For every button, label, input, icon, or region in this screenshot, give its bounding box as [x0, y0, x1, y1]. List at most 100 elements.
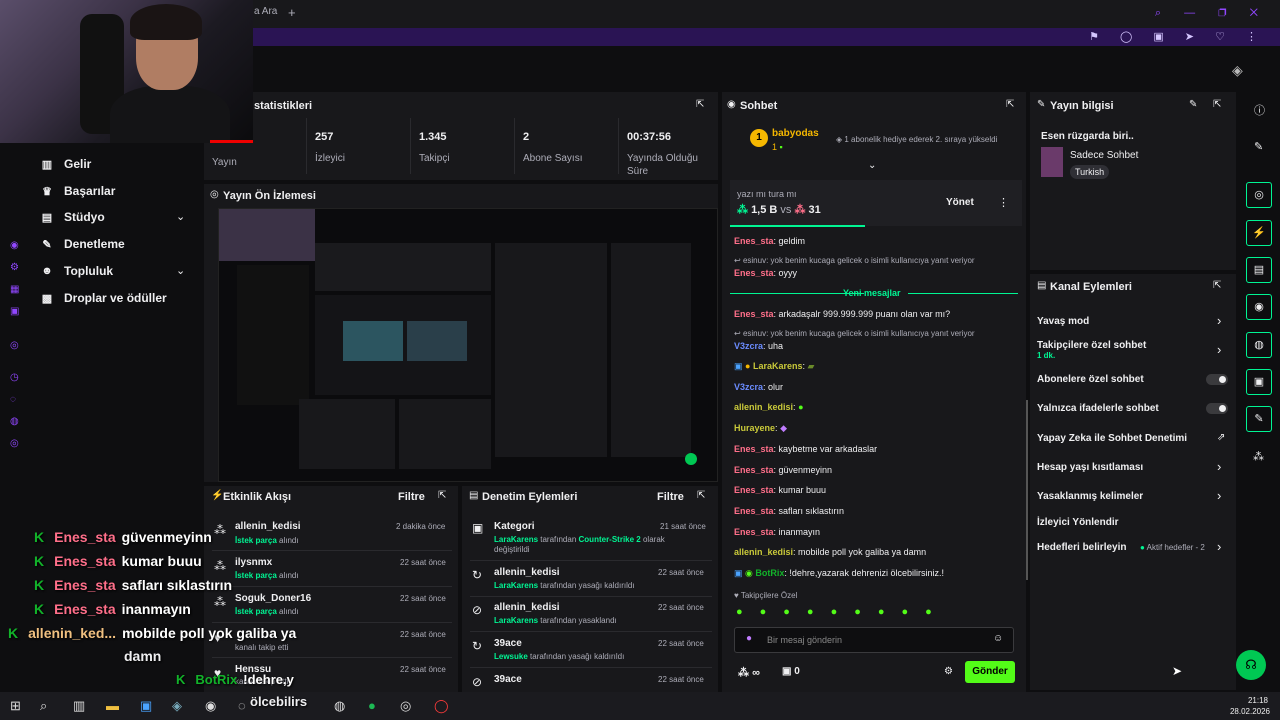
moderation-name[interactable]: Kategori [494, 521, 535, 532]
folder-icon[interactable]: ▬ [106, 698, 119, 713]
hype-user[interactable]: babyodas [772, 128, 819, 139]
sidebar-item-droplar[interactable]: ▩ Droplar ve ödüller [40, 291, 167, 305]
filter-button[interactable]: Filtre [657, 491, 684, 503]
external-link-icon[interactable]: ⇗ [1217, 432, 1225, 443]
action-ai-moderation[interactable]: Yapay Zeka ile Sohbet Denetimi [1037, 433, 1187, 444]
search-icon[interactable]: ⌕ [40, 698, 47, 714]
action-account-age[interactable]: Hesap yaşı kısıtlaması [1037, 462, 1143, 473]
emote-bar[interactable]: ●●●●●●●●● [736, 606, 949, 618]
app-icon[interactable]: ▣ [140, 698, 152, 714]
sidebar-item-gelir[interactable]: ▥ Gelir [40, 157, 92, 171]
rail-bolt-icon[interactable]: ⚡ [1246, 220, 1272, 246]
activity-name[interactable]: ilysnmx [235, 557, 272, 568]
moderation-name[interactable]: 39ace [494, 674, 522, 685]
chevron-right-icon[interactable]: › [1217, 488, 1221, 503]
sidebar-item-denetleme[interactable]: ✎ Denetleme [40, 237, 124, 251]
rail-broadcast-icon[interactable]: ◍ [1246, 332, 1272, 358]
poll-scores: ⁂ 1,5 B vs ⁂ 31 [737, 204, 821, 216]
windows-start-icon[interactable]: ⊞ [10, 698, 21, 714]
category-name[interactable]: Sadece Sohbet [1070, 150, 1138, 161]
popout-icon[interactable]: ⇱ [1006, 99, 1014, 110]
action-followers-only[interactable]: Takipçilere özel sohbet [1037, 340, 1146, 351]
emote-only-toggle[interactable] [1206, 403, 1228, 414]
rail-icon[interactable]: ▣ [10, 306, 19, 317]
action-goals[interactable]: Hedefleri belirleyin [1037, 542, 1126, 553]
popout-icon[interactable]: ⇱ [697, 490, 705, 501]
action-slow-mode[interactable]: Yavaş mod [1037, 316, 1089, 327]
info-icon[interactable]: ⓘ [1254, 102, 1265, 118]
points-display[interactable]: ⁂ ∞ [738, 666, 760, 679]
task-view-icon[interactable]: ▥ [73, 698, 85, 714]
collapse-icon[interactable]: ⌄ [868, 160, 876, 171]
moderation-name[interactable]: allenin_kedisi [494, 602, 560, 613]
popout-icon[interactable]: ⇱ [438, 490, 446, 501]
rail-icon[interactable]: ⚙ [10, 262, 19, 273]
chat-input-placeholder: Bir mesaj gönderin [767, 635, 843, 645]
manage-button[interactable]: Yönet [946, 197, 974, 208]
action-raid[interactable]: İzleyici Yönlendir [1037, 517, 1119, 528]
app-icon[interactable]: ◈ [172, 698, 182, 714]
action-subs-only[interactable]: Abonelere özel sohbet [1037, 374, 1144, 385]
rail-chat-icon[interactable]: ◉ [1246, 294, 1272, 320]
more-icon[interactable]: ⋮ [998, 196, 1009, 209]
rail-camera-icon[interactable]: ◎ [1246, 182, 1272, 208]
support-icon[interactable]: ☊ [1236, 650, 1266, 680]
sidebar-item-studyo[interactable]: ▤ Stüdyo [40, 210, 105, 224]
emoji-icon[interactable]: ☺ [993, 633, 1003, 644]
popout-icon[interactable]: ⇱ [1213, 280, 1221, 291]
chat-title: Sohbet [740, 100, 778, 112]
chevron-right-icon[interactable]: › [1217, 459, 1221, 474]
action-banned-words[interactable]: Yasaklanmış kelimeler [1037, 491, 1143, 502]
app-icon[interactable]: ◎ [400, 698, 411, 714]
sidebar-item-basarilar[interactable]: ♛ Başarılar [40, 184, 115, 198]
avatar-icon[interactable]: ◈ [1232, 62, 1250, 80]
activity-name[interactable]: Soguk_Doner16 [235, 593, 311, 604]
sidebar-item-topluluk[interactable]: ☻ Topluluk [40, 264, 113, 278]
divider [470, 560, 712, 561]
window-controls[interactable]: ⌕ — ❐ ✕ [1155, 7, 1268, 20]
popout-icon[interactable]: ⇱ [1213, 99, 1221, 110]
pieces-icon[interactable]: ⁂ [1253, 450, 1264, 463]
app-icon[interactable]: ◌ [238, 698, 246, 713]
activity-name[interactable]: allenin_kedisi [235, 521, 301, 532]
count-display: ▣ 0 [782, 666, 800, 677]
moderation-name[interactable]: allenin_kedisi [494, 567, 560, 578]
rail-doc-icon[interactable]: ▤ [1246, 257, 1272, 283]
category-thumb[interactable] [1041, 147, 1063, 177]
pencil-icon[interactable]: ✎ [1254, 140, 1263, 153]
filter-button[interactable]: Filtre [398, 491, 425, 503]
rail-list-icon[interactable]: ▣ [1246, 369, 1272, 395]
rail-icon[interactable]: ◌ [10, 394, 16, 405]
tag[interactable]: Turkish [1070, 165, 1110, 179]
extension-icons[interactable]: ⚑ ◯ ▣ ➤ ♡ ⋮ [1089, 30, 1266, 43]
opera-icon[interactable]: ◯ [434, 698, 449, 714]
chevron-right-icon[interactable]: › [1217, 539, 1221, 554]
rail-wrench-icon[interactable]: ✎ [1246, 406, 1272, 432]
rail-icon[interactable]: ◍ [10, 416, 19, 427]
spotify-icon[interactable]: ● [368, 698, 376, 713]
new-tab-button[interactable]: + [288, 5, 296, 20]
rail-icon[interactable]: ◎ [10, 438, 19, 449]
chat-scrollbar[interactable] [1026, 400, 1028, 580]
chevron-right-icon[interactable]: › [1217, 342, 1221, 357]
rail-icon[interactable]: ◉ [10, 240, 19, 251]
rail-icon[interactable]: ◷ [10, 372, 19, 383]
stream-preview[interactable] [218, 208, 718, 482]
settings-icon[interactable]: ⚙ [944, 666, 953, 677]
mic-icon[interactable]: ● [746, 633, 752, 644]
moderation-name[interactable]: 39ace [494, 638, 522, 649]
chevron-down-icon[interactable]: ⌄ [176, 210, 185, 223]
obs-icon[interactable]: ◉ [205, 698, 216, 714]
subs-only-toggle[interactable] [1206, 374, 1228, 385]
rail-icon[interactable]: ▦ [10, 284, 19, 295]
rail-icon[interactable]: ◎ [10, 340, 19, 351]
steam-icon[interactable]: ◍ [334, 698, 345, 714]
chevron-right-icon[interactable]: › [1217, 313, 1221, 328]
chevron-down-icon[interactable]: ⌄ [176, 264, 185, 277]
rank-badge: 1 [750, 129, 768, 147]
popout-icon[interactable]: ⇱ [696, 99, 704, 110]
browser-tab[interactable]: a Ara [254, 6, 277, 17]
action-emote-only[interactable]: Yalnızca ifadelerle sohbet [1037, 403, 1159, 414]
edit-icon[interactable]: ✎ [1189, 99, 1197, 110]
send-button[interactable]: Gönder [965, 661, 1015, 683]
